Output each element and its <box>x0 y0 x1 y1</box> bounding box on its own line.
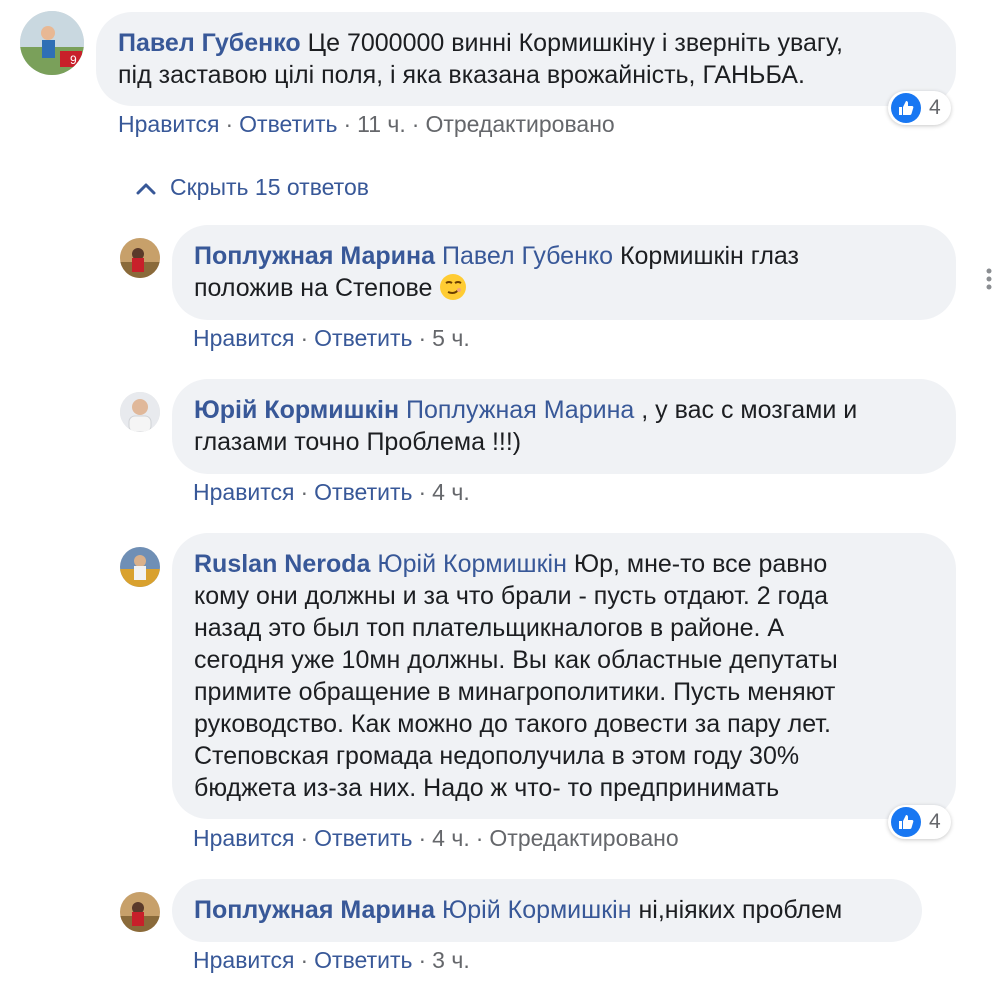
avatar[interactable] <box>120 238 160 278</box>
svg-text:9: 9 <box>70 53 77 67</box>
like-link[interactable]: Нравится <box>193 325 295 351</box>
like-link[interactable]: Нравится <box>193 479 295 505</box>
comment-text: Кормишкін глаз <box>619 242 800 270</box>
comment-text-line: назад это был топ плательщикналогов в ра… <box>194 614 785 642</box>
timestamp[interactable]: 4 ч. <box>432 479 470 505</box>
reply-link[interactable]: Ответить <box>239 111 337 137</box>
edited-label[interactable]: Отредактировано <box>425 111 614 137</box>
avatar[interactable] <box>120 392 160 432</box>
edited-label[interactable]: Отредактировано <box>489 825 678 851</box>
comment-text-line2: глазами точно Проблема !!!) <box>194 428 522 456</box>
comment-text: ні,ніяких проблем <box>638 896 843 924</box>
comment-text-line: руководство. Как можно до такого довести… <box>194 710 831 738</box>
timestamp[interactable]: 4 ч. <box>432 825 470 851</box>
comment-text: Це 7000000 винні Кормишкіну і зверніть у… <box>307 29 843 57</box>
reaction-count: 4 <box>929 96 941 119</box>
avatar[interactable]: 9 <box>20 11 84 75</box>
more-options-icon[interactable] <box>978 266 1000 292</box>
comment-text-line2: під заставою цілі поля, і яка вказана вр… <box>118 61 805 89</box>
comment-text-line: бюджета из-за них. Надо ж что- то предпр… <box>194 774 780 802</box>
timestamp[interactable]: 5 ч. <box>432 325 470 351</box>
reaction-badge[interactable]: 4 <box>888 805 951 839</box>
avatar[interactable] <box>120 892 160 932</box>
mention-link[interactable]: Поплужная Марина <box>406 396 634 424</box>
comment-author[interactable]: Ruslan Neroda <box>194 550 370 578</box>
reply-link[interactable]: Ответить <box>314 325 412 351</box>
avatar[interactable] <box>120 547 160 587</box>
comment-text-line: кому они должны и за что брали - пусть о… <box>194 582 828 610</box>
mention-link[interactable]: Юрій Кормишкін <box>377 550 567 578</box>
comment-text-line: Степовская громада недополучила в этом г… <box>194 742 800 770</box>
comment-author[interactable]: Павел Губенко <box>118 29 301 57</box>
comment-text: Юр, мне-то все равно <box>573 550 828 578</box>
comment-meta: Нравится · Ответить · 5 ч. <box>193 325 470 351</box>
comment-meta: Нравится · Ответить · 4 ч. <box>193 479 470 505</box>
hide-replies-toggle[interactable]: Скрыть 15 ответов <box>136 174 369 201</box>
comment-bubble: Поплужная Марина Павел Губенко Кормишкін… <box>172 225 956 320</box>
comment-bubble: Ruslan Neroda Юрій Кормишкін Юр, мне-то … <box>172 533 956 819</box>
comment-text-line: примите обращение в минагрополитики. Пус… <box>194 678 836 706</box>
comment-meta: Нравится · Ответить · 4 ч. · Отредактировано <box>193 825 679 851</box>
comment-author[interactable]: Поплужная Марина <box>194 896 435 924</box>
like-link[interactable]: Нравится <box>118 111 220 137</box>
reaction-badge[interactable]: 4 <box>888 91 951 125</box>
chevron-up-icon <box>136 183 156 194</box>
reply-link[interactable]: Ответить <box>314 947 412 973</box>
smirk-emoji <box>440 274 467 300</box>
comment-meta: Нравится · Ответить · 3 ч. <box>193 947 470 973</box>
comment-text-line: сегодня уже 10мн должны. Вы как областны… <box>194 646 838 674</box>
comment-author[interactable]: Юрій Кормишкін <box>194 396 399 424</box>
comment-text-line2: положив на Степове <box>194 274 433 302</box>
reaction-count: 4 <box>929 810 941 833</box>
comment-author[interactable]: Поплужная Марина <box>194 242 435 270</box>
reply-link[interactable]: Ответить <box>314 479 412 505</box>
comment-text: , у вас с мозгами и <box>641 396 858 424</box>
mention-link[interactable]: Павел Губенко <box>442 242 613 270</box>
timestamp[interactable]: 11 ч. <box>357 111 406 137</box>
like-icon <box>891 807 921 837</box>
reply-link[interactable]: Ответить <box>314 825 412 851</box>
comment-bubble: Павел Губенко Це 7000000 винні Кормишкін… <box>96 12 956 106</box>
comment-bubble: Поплужная Марина Юрій Кормишкін ні,ніяки… <box>172 879 922 942</box>
mention-link[interactable]: Юрій Кормишкін <box>442 896 632 924</box>
hide-replies-label: Скрыть 15 ответов <box>170 174 369 200</box>
comment-meta: Нравится · Ответить · 11 ч. · Отредактировано <box>118 111 615 137</box>
like-link[interactable]: Нравится <box>193 825 295 851</box>
like-link[interactable]: Нравится <box>193 947 295 973</box>
timestamp[interactable]: 3 ч. <box>432 947 470 973</box>
comment-bubble: Юрій Кормишкін Поплужная Марина , у вас … <box>172 379 956 474</box>
like-icon <box>891 93 921 123</box>
